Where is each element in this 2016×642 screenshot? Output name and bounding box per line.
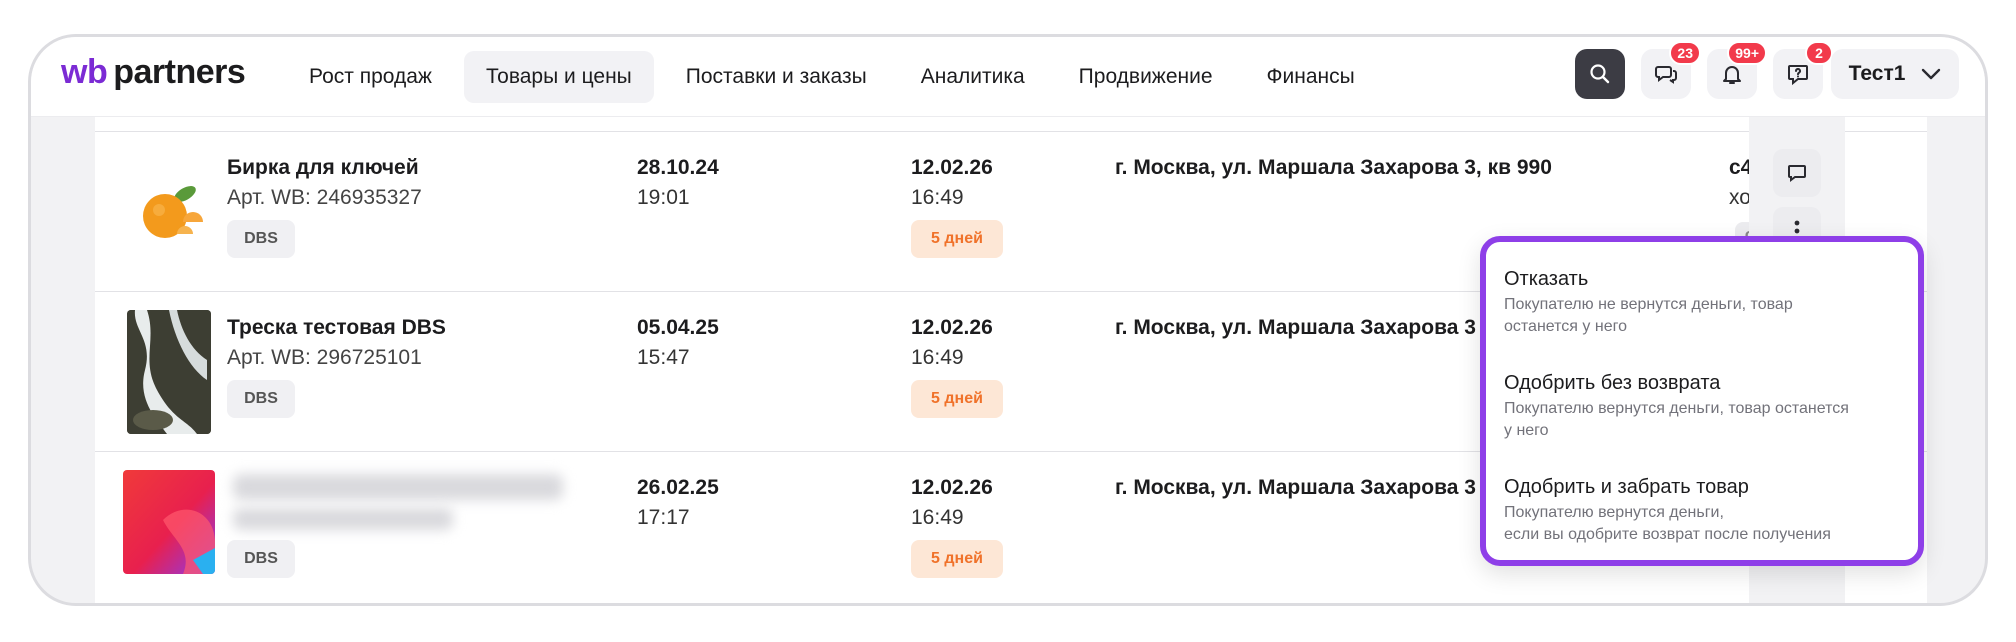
order-date: 05.04.25 [637, 316, 719, 339]
chevron-down-icon [1922, 68, 1941, 80]
request-time: 16:49 [911, 346, 964, 369]
logo-partners: partners [113, 53, 246, 91]
option-approve-without-return[interactable]: Одобрить без возврата Покупателю вернутс… [1504, 370, 1904, 442]
fulfillment-tag: DBS [227, 540, 295, 578]
delivery-address: г. Москва, ул. Маршала Захарова 3 [1115, 316, 1476, 339]
order-date: 26.02.25 [637, 476, 719, 499]
fulfillment-tag: DBS [227, 220, 295, 258]
blurred-product-article [233, 508, 453, 530]
nav-item-products-prices[interactable]: Товары и цены [463, 51, 654, 103]
message-icon [1788, 165, 1806, 182]
option-reject[interactable]: Отказать Покупателю не вернутся деньги, … [1504, 266, 1904, 338]
option-description-line2: если вы одобрите возврат после получения [1504, 526, 1831, 543]
nav-item-analytics[interactable]: Аналитика [899, 51, 1047, 103]
days-left-badge: 5 дней [911, 380, 1003, 418]
notifications-badge: 99+ [1727, 41, 1767, 65]
days-left-badge: 5 дней [911, 540, 1003, 578]
chats-button[interactable]: 23 [1641, 41, 1701, 99]
nav-item-promotion[interactable]: Продвижение [1057, 51, 1235, 103]
request-time: 16:49 [911, 506, 964, 529]
option-description-line1: Покупателю вернутся деньги, [1504, 504, 1724, 521]
chat-bubbles-icon [1655, 66, 1677, 84]
order-date: 28.10.24 [637, 156, 719, 179]
option-title: Одобрить без возврата [1504, 372, 1721, 394]
message-button[interactable] [1773, 149, 1821, 197]
help-chat-icon [1788, 65, 1808, 86]
option-description-line1: Покупателю вернутся деньги, товар остане… [1504, 400, 1849, 417]
order-time: 19:01 [637, 186, 690, 209]
support-button[interactable]: 2 [1773, 41, 1833, 99]
order-time: 17:17 [637, 506, 690, 529]
product-image-tangerine[interactable] [127, 150, 211, 274]
product-image-abstract[interactable] [123, 470, 215, 574]
user-menu-button[interactable]: Тест1 [1831, 49, 1959, 99]
user-name: Тест1 [1848, 62, 1906, 85]
option-description-line2: останется у него [1504, 318, 1627, 335]
product-article: Арт. WB: 246935327 [227, 186, 422, 209]
return-actions-menu: Отказать Покупателю не вернутся деньги, … [1480, 236, 1924, 566]
product-image-waterfall[interactable] [127, 310, 211, 434]
bell-icon [1723, 66, 1741, 84]
logo-wb: wb [61, 53, 108, 91]
order-time: 15:47 [637, 346, 690, 369]
fulfillment-tag: DBS [227, 380, 295, 418]
option-approve-and-take-product[interactable]: Одобрить и забрать товар Покупателю верн… [1504, 474, 1904, 546]
delivery-address: г. Москва, ул. Маршала Захарова 3, кв 99… [1115, 156, 1552, 179]
request-date: 12.02.26 [911, 156, 993, 179]
option-description-line1: Покупателю не вернутся деньги, товар [1504, 296, 1793, 313]
delivery-address: г. Москва, ул. Маршала Захарова 3 [1115, 476, 1476, 499]
nav-item-finance[interactable]: Финансы [1245, 51, 1377, 103]
notifications-button[interactable]: 99+ [1707, 41, 1767, 99]
nav-item-supplies-orders[interactable]: Поставки и заказы [664, 51, 889, 103]
option-title: Отказать [1504, 268, 1589, 290]
option-description-line2: у него [1504, 422, 1549, 439]
wb-partners-logo[interactable]: wb partners [61, 53, 246, 93]
request-date: 12.02.26 [911, 316, 993, 339]
days-left-badge: 5 дней [911, 220, 1003, 258]
chats-badge: 23 [1669, 41, 1701, 65]
product-name: Треска тестовая DBS [227, 316, 446, 339]
request-date: 12.02.26 [911, 476, 993, 499]
nav-item-sales-growth[interactable]: Рост продаж [287, 51, 454, 103]
request-time: 16:49 [911, 186, 964, 209]
option-title: Одобрить и забрать товар [1504, 476, 1749, 498]
product-article: Арт. WB: 296725101 [227, 346, 422, 369]
blurred-product-name [233, 474, 563, 500]
search-icon [1590, 64, 1610, 84]
top-navigation-bar: wb partners Рост продаж Товары и цены По… [31, 37, 1985, 117]
search-button[interactable] [1575, 49, 1625, 99]
support-badge: 2 [1805, 41, 1833, 65]
main-nav: Рост продаж Товары и цены Поставки и зак… [287, 51, 1377, 103]
product-name: Бирка для ключей [227, 156, 419, 179]
